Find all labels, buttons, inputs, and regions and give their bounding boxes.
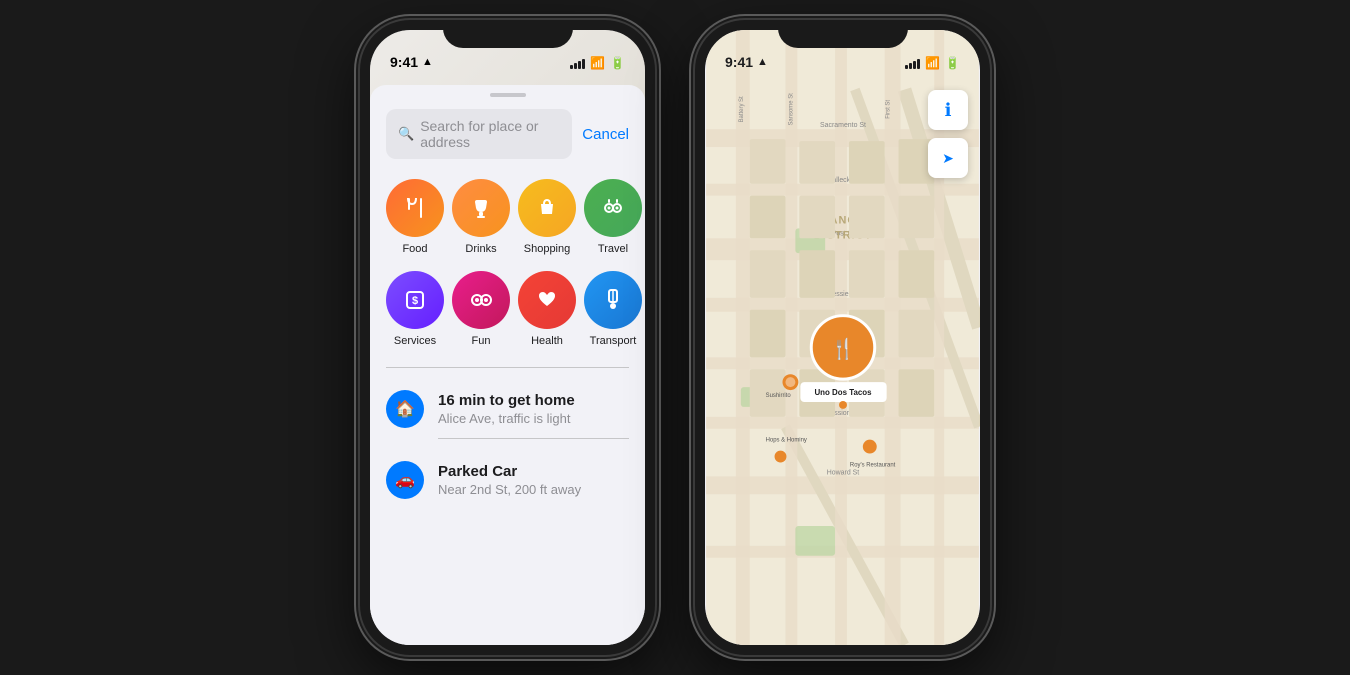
category-drinks-label: Drinks — [465, 243, 496, 255]
category-food-icon — [386, 179, 444, 237]
info-button[interactable]: ℹ — [928, 90, 968, 130]
screen-left: 9:41 ▲ 📶 🔋 🔍 Search for — [370, 30, 645, 645]
category-fun-label: Fun — [472, 335, 491, 347]
battery-icon-right: 🔋 — [945, 56, 960, 70]
suggestion-home[interactable]: 🏠 16 min to get home Alice Ave, traffic … — [386, 380, 629, 438]
category-travel[interactable]: Travel — [584, 179, 642, 255]
bottom-sheet: 🔍 Search for place or address Cancel — [370, 85, 645, 645]
category-drinks-icon — [452, 179, 510, 237]
category-transport[interactable]: Transport — [584, 271, 642, 347]
category-travel-icon — [584, 179, 642, 237]
category-shopping[interactable]: Shopping — [518, 179, 576, 255]
divider-1 — [386, 367, 629, 368]
category-fun[interactable]: Fun — [452, 271, 510, 347]
location-button[interactable]: ➤ — [928, 138, 968, 178]
suggestion-car-text: Parked Car Near 2nd St, 200 ft away — [438, 463, 629, 497]
svg-text:Howard St: Howard St — [827, 469, 859, 476]
category-shopping-label: Shopping — [524, 243, 571, 255]
svg-text:Sansome St: Sansome St — [788, 93, 794, 126]
signal-icon-right — [905, 57, 920, 69]
search-icon: 🔍 — [398, 126, 414, 142]
status-icons-left: 📶 🔋 — [570, 56, 625, 70]
svg-text:Uno Dos Tacos: Uno Dos Tacos — [814, 388, 872, 397]
svg-text:First St: First St — [886, 100, 892, 119]
svg-text:Roy's Restaurant: Roy's Restaurant — [850, 462, 896, 468]
svg-text:Hops & Hominy: Hops & Hominy — [766, 438, 807, 444]
category-transport-label: Transport — [590, 335, 637, 347]
signal-icon — [570, 57, 585, 69]
location-arrow-right: ▲ — [757, 56, 768, 68]
svg-text:🍴: 🍴 — [831, 337, 856, 360]
time-right: 9:41 ▲ — [725, 54, 768, 70]
notch-right — [778, 20, 908, 48]
category-travel-label: Travel — [598, 243, 628, 255]
svg-text:Sacramento St: Sacramento St — [820, 122, 866, 129]
category-health-icon — [518, 271, 576, 329]
search-input[interactable]: 🔍 Search for place or address — [386, 109, 572, 159]
suggestion-car[interactable]: 🚗 Parked Car Near 2nd St, 200 ft away — [386, 451, 629, 509]
battery-icon: 🔋 — [610, 56, 625, 70]
screen-right: Sacramento St Halleck St Post St Jessie … — [705, 30, 980, 645]
divider-2 — [438, 438, 629, 439]
category-grid: Food Drinks — [386, 175, 629, 367]
category-services-icon: $ — [386, 271, 444, 329]
category-fun-icon — [452, 271, 510, 329]
suggestion-home-title: 16 min to get home — [438, 392, 629, 409]
wifi-icon-right: 📶 — [925, 56, 940, 70]
suggestion-car-title: Parked Car — [438, 463, 629, 480]
category-transport-icon — [584, 271, 642, 329]
category-shopping-icon — [518, 179, 576, 237]
category-food-label: Food — [402, 243, 427, 255]
search-bar[interactable]: 🔍 Search for place or address Cancel — [386, 109, 629, 159]
svg-text:$: $ — [412, 295, 418, 307]
category-drinks[interactable]: Drinks — [452, 179, 510, 255]
category-health[interactable]: Health — [518, 271, 576, 347]
phone-left: 9:41 ▲ 📶 🔋 🔍 Search for — [360, 20, 655, 655]
suggestion-home-text: 16 min to get home Alice Ave, traffic is… — [438, 392, 629, 426]
wifi-icon: 📶 — [590, 56, 605, 70]
suggestion-car-icon: 🚗 — [386, 461, 424, 499]
suggestion-home-subtitle: Alice Ave, traffic is light — [438, 411, 629, 426]
location-arrow-left: ▲ — [422, 56, 433, 68]
category-services[interactable]: $ Services — [386, 271, 444, 347]
cancel-button[interactable]: Cancel — [582, 126, 629, 143]
category-services-label: Services — [394, 335, 436, 347]
svg-text:Sushirrito: Sushirrito — [766, 393, 792, 399]
sheet-handle — [490, 93, 526, 97]
search-placeholder-text: Search for place or address — [420, 118, 560, 150]
phone-right: Sacramento St Halleck St Post St Jessie … — [695, 20, 990, 655]
suggestion-home-icon: 🏠 — [386, 390, 424, 428]
svg-text:Battery St: Battery St — [739, 96, 745, 122]
category-food[interactable]: Food — [386, 179, 444, 255]
suggestion-car-subtitle: Near 2nd St, 200 ft away — [438, 482, 629, 497]
time-left: 9:41 ▲ — [390, 54, 433, 70]
status-icons-right: 📶 🔋 — [905, 56, 960, 70]
category-health-label: Health — [531, 335, 563, 347]
map-controls: ℹ ➤ — [928, 90, 968, 184]
notch-left — [443, 20, 573, 48]
